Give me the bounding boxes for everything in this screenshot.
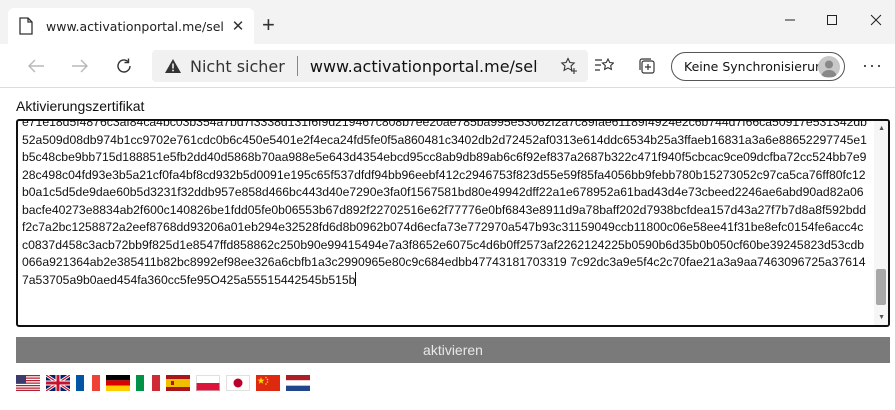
browser-titlebar: www.activationportal.me/selfservice ✕ + — [0, 0, 895, 44]
flag-uk-icon[interactable] — [46, 375, 70, 391]
flag-netherlands-icon[interactable] — [286, 375, 310, 391]
collections-icon[interactable] — [637, 57, 657, 75]
minimize-icon[interactable] — [776, 6, 804, 34]
close-tab-icon[interactable]: ✕ — [230, 17, 246, 35]
new-tab-button[interactable]: + — [262, 14, 275, 36]
scroll-up-icon[interactable]: ▲ — [878, 125, 885, 132]
browser-toolbar: Nicht sicher www.activationportal.me/sel… — [0, 44, 895, 88]
language-flags — [16, 375, 310, 391]
certificate-label: Aktivierungszertifikat — [16, 98, 145, 114]
flag-china-icon[interactable] — [256, 375, 280, 391]
security-status[interactable]: Nicht sicher — [190, 57, 285, 76]
certificate-content: e71e18d5f4876c3af84ca4bc03b354a7bd7f3338… — [22, 119, 867, 287]
flag-italy-icon[interactable] — [136, 375, 160, 391]
textarea-scrollbar[interactable]: ▲ ▼ — [874, 121, 888, 325]
page-icon — [18, 17, 34, 35]
refresh-icon[interactable] — [110, 52, 138, 80]
add-favorite-icon[interactable] — [560, 57, 578, 75]
more-menu-icon[interactable]: ··· — [862, 55, 883, 76]
flag-germany-icon[interactable] — [106, 375, 130, 391]
address-url[interactable]: www.activationportal.me/selfs... — [310, 57, 538, 76]
address-divider — [296, 56, 298, 76]
browser-tab[interactable]: www.activationportal.me/selfservice ✕ — [8, 8, 254, 44]
flag-us-icon[interactable] — [16, 375, 40, 391]
profile-sync-button[interactable]: Keine Synchronisierung — [671, 52, 845, 81]
avatar — [818, 56, 840, 78]
certificate-text[interactable]: e71e18d5f4876c3af84ca4bc03b354a7bd7f3338… — [22, 119, 867, 289]
sync-label: Keine Synchronisierung — [684, 59, 831, 74]
flag-france-icon[interactable] — [76, 375, 100, 391]
text-caret — [355, 271, 357, 286]
favorites-icon[interactable] — [594, 57, 615, 75]
page-content: Aktivierungszertifikat e71e18d5f4876c3af… — [0, 89, 895, 410]
flag-spain-icon[interactable] — [166, 375, 190, 391]
activate-button[interactable]: aktivieren — [16, 337, 890, 363]
tab-title: www.activationportal.me/selfservice — [46, 18, 224, 34]
scroll-down-icon[interactable]: ▼ — [878, 314, 885, 321]
warning-icon[interactable] — [164, 58, 182, 74]
maximize-icon[interactable] — [818, 6, 846, 34]
address-bar[interactable]: Nicht sicher www.activationportal.me/sel… — [152, 50, 588, 82]
forward-arrow-icon[interactable] — [66, 52, 94, 80]
close-window-icon[interactable] — [862, 6, 890, 34]
back-arrow-icon[interactable] — [22, 52, 50, 80]
certificate-textarea[interactable]: e71e18d5f4876c3af84ca4bc03b354a7bd7f3338… — [16, 119, 890, 327]
flag-japan-icon[interactable] — [226, 375, 250, 391]
flag-poland-icon[interactable] — [196, 375, 220, 391]
scrollbar-thumb[interactable] — [876, 269, 886, 305]
